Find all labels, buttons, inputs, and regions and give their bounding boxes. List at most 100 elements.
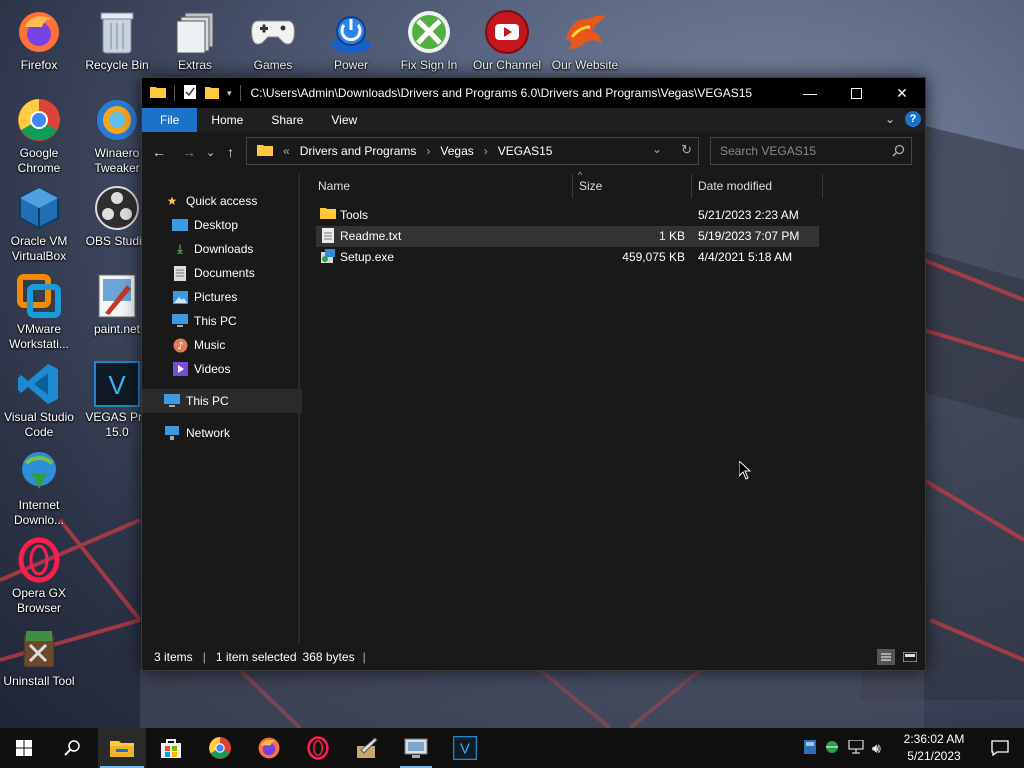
taskbar-file-explorer[interactable] bbox=[98, 728, 146, 768]
desktop-icon-recycle-bin[interactable]: Recycle Bin bbox=[78, 4, 156, 73]
volume-icon[interactable]: 🔊︎ bbox=[872, 740, 881, 757]
breadcrumb-vegas[interactable]: Vegas bbox=[440, 144, 473, 158]
file-size: 1 KB bbox=[658, 229, 685, 243]
search-button[interactable] bbox=[48, 728, 96, 768]
minimize-button[interactable]: — bbox=[787, 78, 833, 108]
file-row-setup[interactable]: Setup.exe 459,075 KB 4/4/2021 5:18 AM bbox=[316, 247, 819, 268]
column-header-date-modified[interactable]: Date modified bbox=[698, 174, 772, 198]
taskbar-screen-tool[interactable] bbox=[392, 728, 440, 768]
help-icon[interactable]: ? bbox=[905, 111, 921, 127]
desktop-icon-extras[interactable]: Extras bbox=[156, 4, 234, 73]
search-icon bbox=[64, 740, 80, 756]
uninstall-tool-icon bbox=[15, 624, 63, 672]
back-arrow-icon[interactable]: ← bbox=[152, 144, 166, 160]
breadcrumb-drivers-and-programs[interactable]: Drivers and Programs bbox=[300, 144, 417, 158]
large-icons-view-icon bbox=[903, 652, 917, 662]
file-row-readme[interactable]: Readme.txt 1 KB 5/19/2023 7:07 PM bbox=[316, 226, 819, 247]
recent-locations-chevron-icon[interactable]: ⌄ bbox=[206, 146, 215, 159]
taskbar-microsoft-store[interactable] bbox=[147, 728, 195, 768]
address-bar[interactable]: « Drivers and Programs › Vegas › VEGAS15… bbox=[246, 137, 699, 165]
folder-icon bbox=[257, 143, 273, 160]
svg-text:V: V bbox=[108, 370, 126, 400]
start-button[interactable] bbox=[0, 728, 48, 768]
breadcrumb-vegas15[interactable]: VEGAS15 bbox=[498, 144, 553, 158]
taskbar-vegas-pro[interactable]: V bbox=[441, 728, 489, 768]
title-bar[interactable]: ▾ C:\Users\Admin\Downloads\Drivers and P… bbox=[142, 78, 925, 108]
file-list: ^ Name Size Date modified Tools 5/21/202… bbox=[302, 170, 925, 644]
status-bar: 3 items | 1 item selected 368 bytes | bbox=[142, 644, 925, 670]
network-icon[interactable] bbox=[848, 739, 864, 757]
file-explorer-window[interactable]: ▾ C:\Users\Admin\Downloads\Drivers and P… bbox=[141, 77, 926, 671]
taskbar-clock[interactable]: 2:36:02 AM 5/21/2023 bbox=[896, 731, 972, 765]
desktop-icon-label: Recycle Bin bbox=[85, 58, 149, 72]
paint-net-icon bbox=[93, 272, 141, 320]
address-dropdown-icon[interactable]: ⌄ bbox=[652, 142, 662, 156]
file-date: 5/19/2023 7:07 PM bbox=[698, 229, 800, 243]
separator bbox=[239, 85, 241, 101]
expand-ribbon-icon[interactable]: ⌄ bbox=[885, 112, 895, 126]
desktop-icon-google-chrome[interactable]: Google Chrome bbox=[0, 92, 78, 176]
desktop-icon-games[interactable]: Games bbox=[234, 4, 312, 73]
nav-network[interactable]: Network bbox=[142, 421, 318, 445]
column-header-size[interactable]: Size bbox=[579, 174, 602, 198]
tab-home[interactable]: Home bbox=[197, 108, 257, 132]
search-box[interactable]: Search VEGAS15 bbox=[710, 137, 912, 165]
pane-splitter[interactable] bbox=[298, 174, 300, 644]
column-header-name[interactable]: Name bbox=[318, 174, 350, 198]
desktop-icon-label: Opera GX Browser bbox=[11, 586, 67, 615]
desktop-icon-uninstall-tool[interactable]: Uninstall Tool bbox=[0, 620, 78, 689]
refresh-icon[interactable]: ↻ bbox=[681, 142, 692, 158]
column-divider[interactable] bbox=[572, 174, 573, 198]
close-button[interactable]: ✕ bbox=[879, 78, 925, 108]
desktop-icon-power[interactable]: Power bbox=[312, 4, 390, 73]
tray-network-globe-icon[interactable] bbox=[824, 740, 840, 757]
status-divider: | bbox=[362, 650, 366, 664]
large-icons-view-button[interactable] bbox=[901, 649, 919, 665]
customize-dropdown-icon[interactable]: ▾ bbox=[227, 88, 232, 99]
desktop-icon-visual-studio-code[interactable]: Visual Studio Code bbox=[0, 356, 78, 440]
taskbar-firefox[interactable] bbox=[245, 728, 293, 768]
taskbar-paint-tool[interactable] bbox=[343, 728, 391, 768]
tab-view[interactable]: View bbox=[317, 108, 371, 132]
clock-date: 5/21/2023 bbox=[907, 749, 961, 763]
desktop-icon-opera-gx[interactable]: Opera GX Browser bbox=[0, 532, 78, 616]
file-name: Readme.txt bbox=[340, 229, 402, 243]
properties-icon[interactable] bbox=[183, 84, 197, 103]
desktop-icon-label: VMware Workstati... bbox=[9, 322, 69, 351]
computer-icon bbox=[172, 313, 188, 329]
nav-quick-access[interactable]: ★ Quick access bbox=[142, 189, 318, 213]
folder-icon bbox=[150, 85, 166, 102]
desktop-icon-fix-sign-in[interactable]: Fix Sign In bbox=[390, 4, 468, 73]
nav-this-pc[interactable]: This PC bbox=[142, 389, 318, 413]
folder-icon bbox=[320, 207, 336, 223]
nav-label: This PC bbox=[186, 394, 229, 408]
column-divider[interactable] bbox=[691, 174, 692, 198]
chrome-icon bbox=[15, 96, 63, 144]
tab-file[interactable]: File bbox=[142, 108, 198, 132]
breadcrumb-overflow[interactable]: « bbox=[283, 144, 290, 158]
details-view-button[interactable] bbox=[877, 649, 895, 665]
desktop-icon-our-website[interactable]: Our Website bbox=[546, 4, 624, 73]
action-center-button[interactable] bbox=[976, 728, 1024, 768]
desktop-icon-vmware-workstation[interactable]: VMware Workstati... bbox=[0, 268, 78, 352]
nav-label: This PC bbox=[194, 314, 237, 328]
tab-share[interactable]: Share bbox=[257, 108, 317, 132]
taskbar-opera-gx[interactable] bbox=[294, 728, 342, 768]
up-arrow-icon[interactable]: ↑ bbox=[227, 144, 234, 160]
tray-app-icon[interactable] bbox=[804, 739, 816, 757]
file-row-tools[interactable]: Tools 5/21/2023 2:23 AM bbox=[316, 205, 819, 226]
new-folder-icon[interactable] bbox=[205, 84, 219, 103]
nav-label: Music bbox=[194, 338, 226, 352]
nav-label: Documents bbox=[194, 266, 255, 280]
desktop-icon-firefox[interactable]: Firefox bbox=[0, 4, 78, 73]
column-divider[interactable] bbox=[822, 174, 823, 198]
star-icon: ★ bbox=[166, 194, 178, 208]
desktop-icon-our-channel[interactable]: Our Channel bbox=[468, 4, 546, 73]
maximize-button[interactable] bbox=[833, 78, 879, 108]
file-date: 5/21/2023 2:23 AM bbox=[698, 208, 799, 222]
forward-arrow-icon[interactable]: → bbox=[182, 144, 196, 160]
taskbar-chrome[interactable] bbox=[196, 728, 244, 768]
desktop-icon-oracle-vm-virtualbox[interactable]: Oracle VM VirtualBox bbox=[0, 180, 78, 264]
breadcrumb-separator-icon: › bbox=[483, 144, 488, 158]
desktop-icon-internet-download-manager[interactable]: Internet Downlo... bbox=[0, 444, 78, 528]
